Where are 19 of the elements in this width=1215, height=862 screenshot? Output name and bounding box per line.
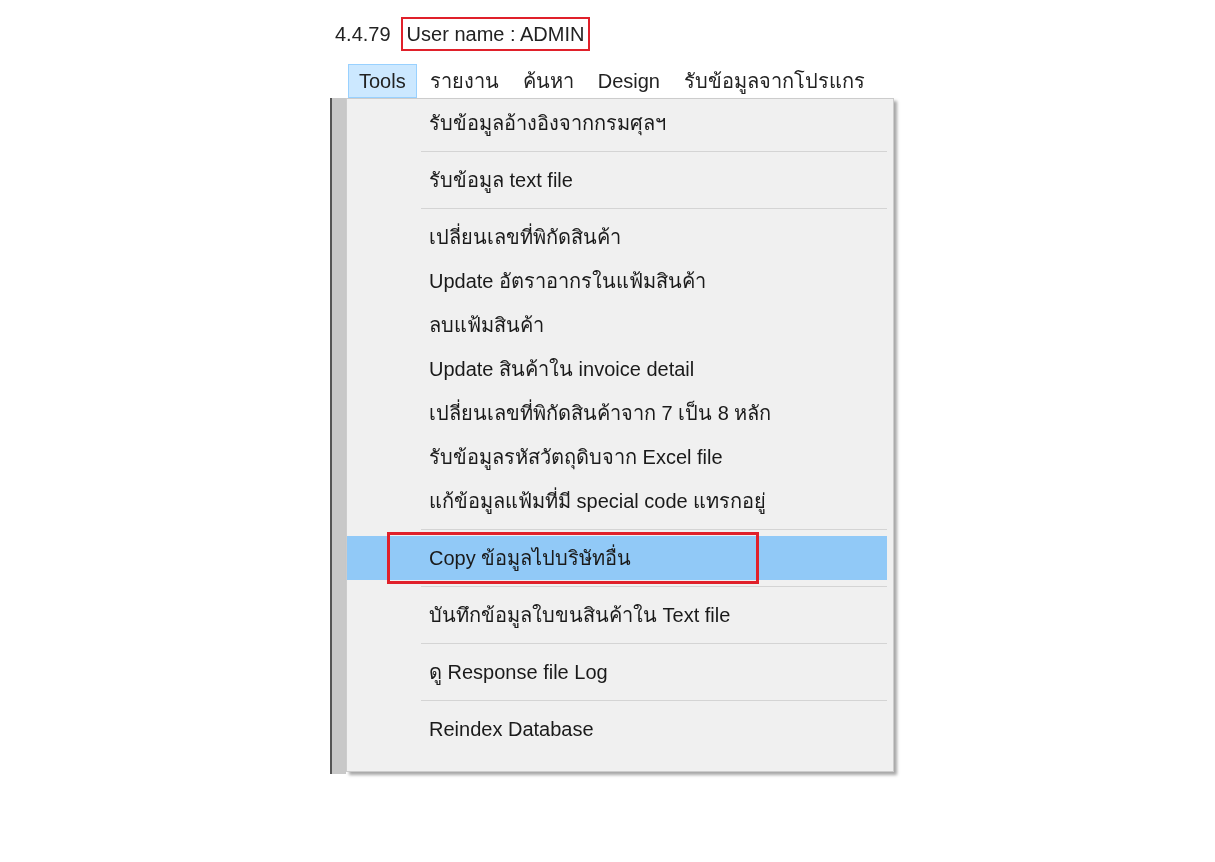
menu-item[interactable]: เปลี่ยนเลขที่พิกัดสินค้าจาก 7 เป็น 8 หลัก xyxy=(347,391,887,435)
menu-item[interactable]: รับข้อมูลอ้างอิงจากกรมศุลฯ xyxy=(347,101,887,145)
menu-bar-item[interactable]: Tools xyxy=(348,64,417,98)
menu-item[interactable]: Update อัตราอากรในแฟ้มสินค้า xyxy=(347,259,887,303)
menu-item[interactable]: แก้ข้อมูลแฟ้มที่มี special code แทรกอยู่ xyxy=(347,479,887,523)
menu-bar-item[interactable]: รับข้อมูลจากโปรแกร xyxy=(672,64,876,98)
menu-item[interactable]: เปลี่ยนเลขที่พิกัดสินค้า xyxy=(347,215,887,259)
menu-bar-item[interactable]: รายงาน xyxy=(418,64,510,98)
menu-item[interactable]: บันทึกข้อมูลใบขนสินค้าใน Text file xyxy=(347,593,887,637)
menu-item[interactable]: รับข้อมูล text file xyxy=(347,158,887,202)
version-text: 4.4.79 xyxy=(335,22,391,47)
menu-bar-item[interactable]: Design xyxy=(586,64,671,98)
menu-item[interactable]: Reindex Database xyxy=(347,707,887,751)
menu-item[interactable]: ดู Response file Log xyxy=(347,650,887,694)
menu-item[interactable]: ลบแฟ้มสินค้า xyxy=(347,303,887,347)
menu-item[interactable]: รับข้อมูลรหัสวัตถุดิบจาก Excel file xyxy=(347,435,887,479)
menu-bar-item[interactable]: ค้นหา xyxy=(511,64,585,98)
menu-item[interactable]: Update สินค้าใน invoice detail xyxy=(347,347,887,391)
user-name-text: User name : ADMIN xyxy=(400,17,591,51)
